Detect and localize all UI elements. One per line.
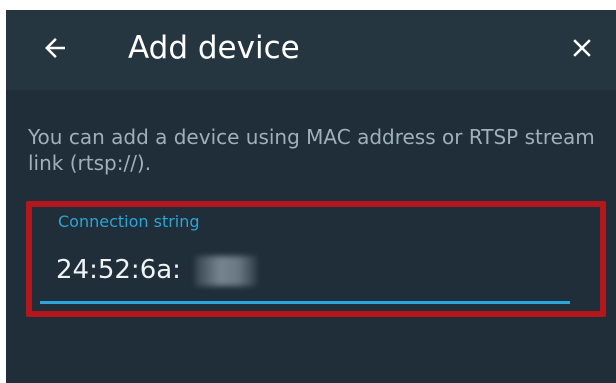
- close-icon: [573, 39, 591, 57]
- back-button[interactable]: [30, 26, 80, 70]
- connection-string-input[interactable]: [56, 250, 556, 290]
- page-title: Add device: [128, 30, 300, 66]
- add-device-screen: Add device You can add a device using MA…: [6, 10, 616, 383]
- close-button[interactable]: [558, 26, 606, 70]
- redacted-text-blur: [195, 256, 257, 286]
- instruction-text: You can add a device using MAC address o…: [28, 125, 595, 175]
- connection-string-label: Connection string: [58, 212, 200, 231]
- app-bar: Add device: [6, 10, 616, 90]
- arrow-left-icon: [45, 38, 65, 58]
- input-underline: [40, 301, 570, 304]
- connection-string-field[interactable]: Connection string: [36, 208, 570, 304]
